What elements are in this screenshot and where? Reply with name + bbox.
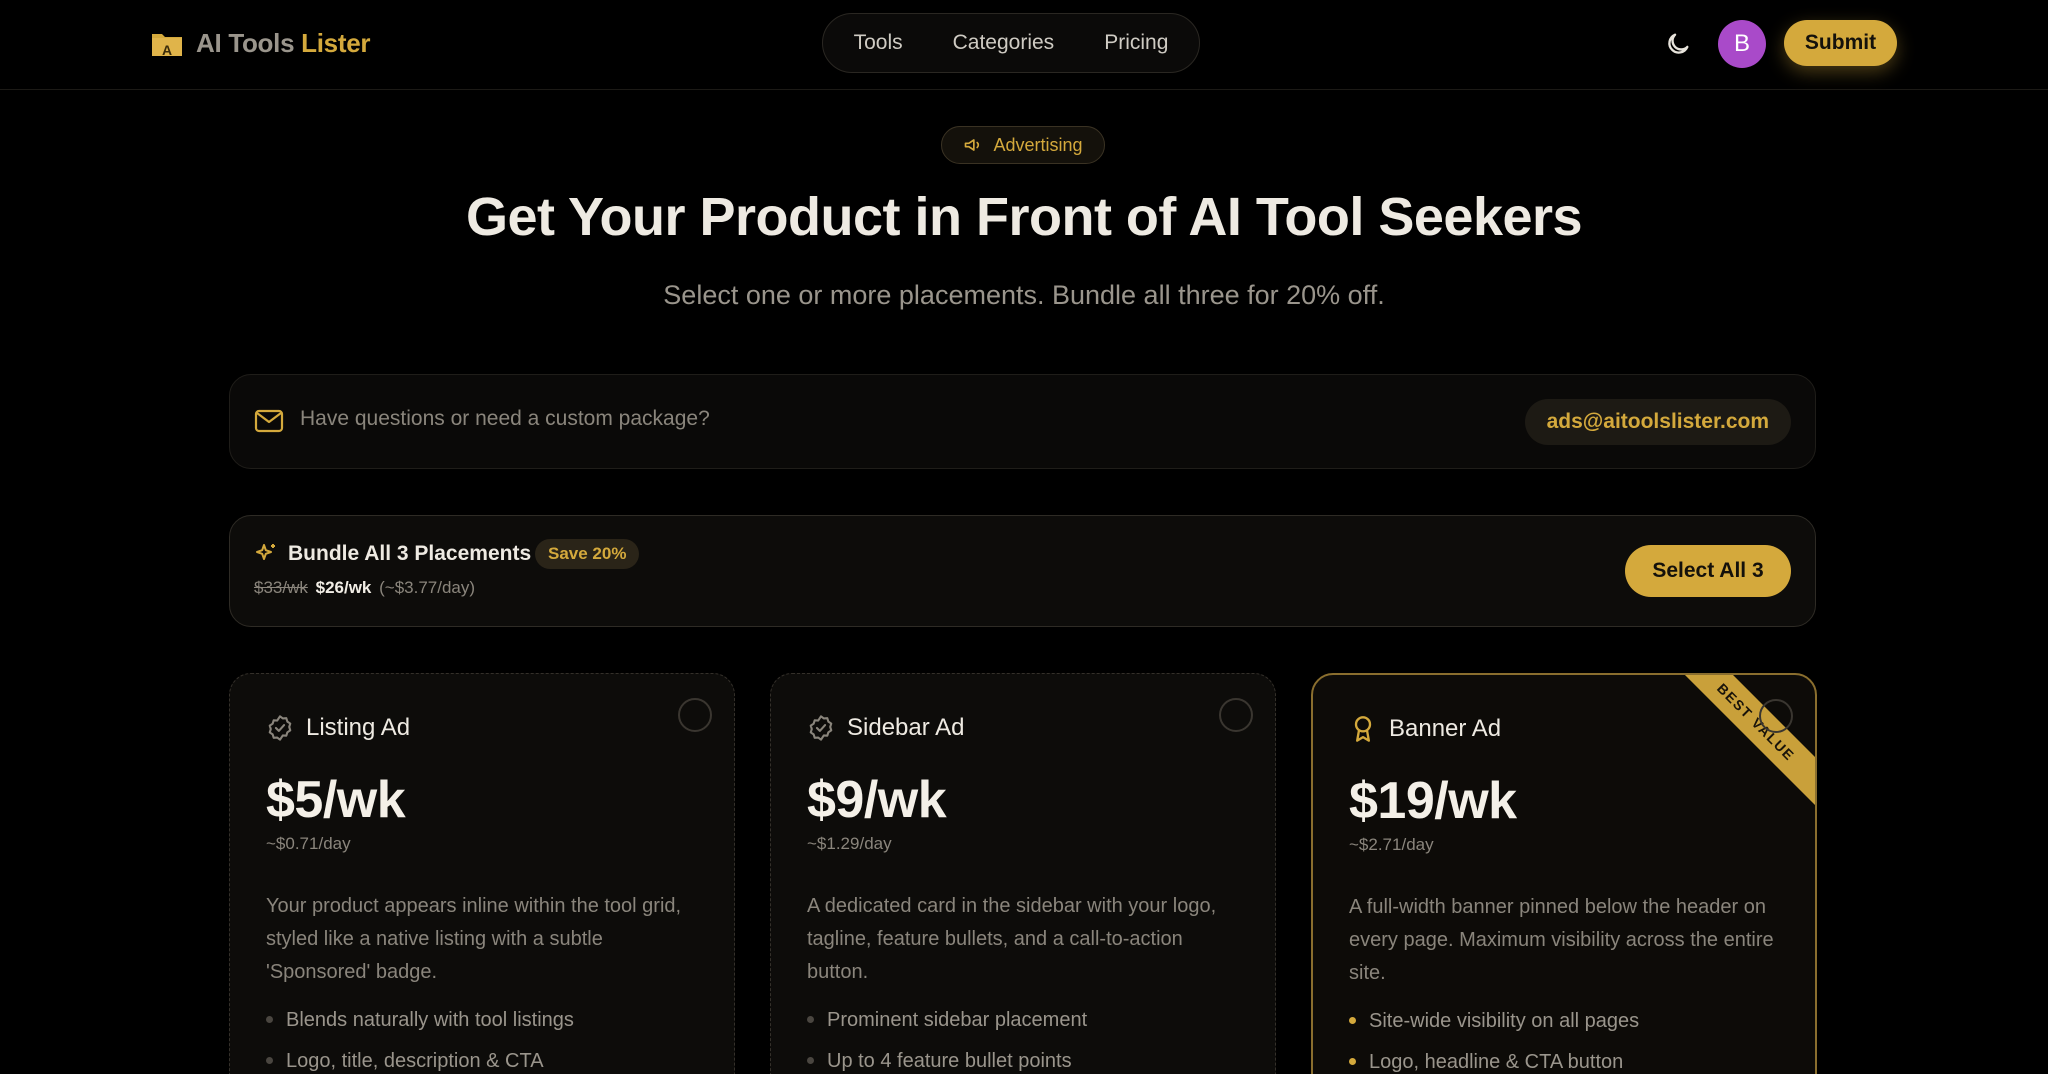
select-all-button[interactable]: Select All 3	[1625, 545, 1791, 597]
page-title: Get Your Product in Front of AI Tool See…	[465, 187, 1583, 247]
megaphone-icon	[965, 139, 980, 151]
bundle-prices: $33/wk $26/wk (~$3.77/day)	[254, 578, 475, 598]
feature-list: Site-wide visibility on all pages Logo, …	[1349, 1005, 1639, 1074]
check-badge-icon	[268, 715, 292, 741]
sidebar-ad-card[interactable]: Sidebar Ad $9/wk ~$1.29/day A dedicated …	[770, 673, 1276, 1074]
card-price: $9/wk	[807, 771, 947, 829]
pill-label: Advertising	[993, 134, 1083, 155]
feature-item: Blends naturally with tool listings	[266, 1004, 574, 1045]
card-description: A dedicated card in the sidebar with you…	[807, 895, 1217, 983]
card-description: Your product appears inline within the t…	[266, 895, 682, 983]
card-price: $19/wk	[1349, 772, 1517, 830]
best-value-ribbon: BEST VALUE	[1662, 675, 1815, 816]
feature-item: Logo, title, description & CTA	[266, 1045, 574, 1074]
bundle-title: Bundle All 3 Placements	[288, 542, 532, 565]
select-radio[interactable]	[1219, 698, 1253, 732]
select-radio[interactable]	[678, 698, 712, 732]
logo-folder-icon: A	[152, 34, 182, 58]
contact-email-link[interactable]: ads@aitoolslister.com	[1524, 399, 1791, 445]
page-subtitle: Select one or more placements. Bundle al…	[663, 280, 1385, 310]
card-price: $5/wk	[266, 771, 406, 829]
mail-icon	[254, 409, 284, 433]
sparkle-icon	[256, 544, 275, 560]
main-nav: Tools Categories Pricing	[822, 13, 1200, 73]
card-per-day: ~$2.71/day	[1349, 835, 1434, 854]
card-per-day: ~$1.29/day	[807, 834, 892, 853]
moon-icon[interactable]	[1664, 30, 1692, 58]
feature-list: Blends naturally with tool listings Logo…	[266, 1004, 574, 1074]
avatar[interactable]: B	[1718, 20, 1766, 68]
logo-text: AI Tools Lister	[196, 27, 371, 58]
top-header: A AI Tools Lister Tools Categories Prici…	[0, 0, 2048, 90]
contact-box: Have questions or need a custom package?…	[229, 374, 1816, 469]
submit-button[interactable]: Submit	[1784, 20, 1897, 66]
select-radio[interactable]	[1759, 699, 1793, 733]
logo[interactable]: A AI Tools Lister	[150, 26, 370, 60]
feature-list: Prominent sidebar placement Up to 4 feat…	[807, 1004, 1087, 1074]
bundle-new-price: $26/wk	[315, 578, 372, 597]
nav-categories[interactable]: Categories	[953, 31, 1055, 55]
card-description: A full-width banner pinned below the hea…	[1349, 896, 1774, 984]
card-title: Listing Ad	[306, 714, 411, 741]
nav-tools[interactable]: Tools	[854, 31, 903, 55]
feature-item: Up to 4 feature bullet points	[807, 1045, 1087, 1074]
contact-question: Have questions or need a custom package?	[300, 407, 710, 430]
feature-item: Prominent sidebar placement	[807, 1004, 1087, 1045]
award-icon	[1354, 716, 1372, 742]
check-badge-icon	[809, 715, 833, 741]
nav-pricing[interactable]: Pricing	[1104, 31, 1168, 55]
card-title: Banner Ad	[1389, 715, 1502, 742]
card-title: Sidebar Ad	[847, 714, 965, 741]
bundle-old-price: $33/wk	[254, 578, 308, 597]
feature-item: Logo, headline & CTA button	[1349, 1046, 1639, 1074]
card-per-day: ~$0.71/day	[266, 834, 351, 853]
banner-ad-card[interactable]: BEST VALUE Banner Ad $19/wk ~$2.71/day A…	[1311, 673, 1817, 1074]
listing-ad-card[interactable]: Listing Ad $5/wk ~$0.71/day Your product…	[229, 673, 735, 1074]
advertising-pill: Advertising	[941, 126, 1105, 164]
bundle-box: Bundle All 3 Placements Save 20% $33/wk …	[229, 515, 1816, 627]
feature-item: Site-wide visibility on all pages	[1349, 1005, 1639, 1046]
svg-text:A: A	[162, 42, 172, 58]
save-badge: Save 20%	[535, 539, 640, 569]
bundle-per-day: (~$3.77/day)	[379, 578, 476, 597]
